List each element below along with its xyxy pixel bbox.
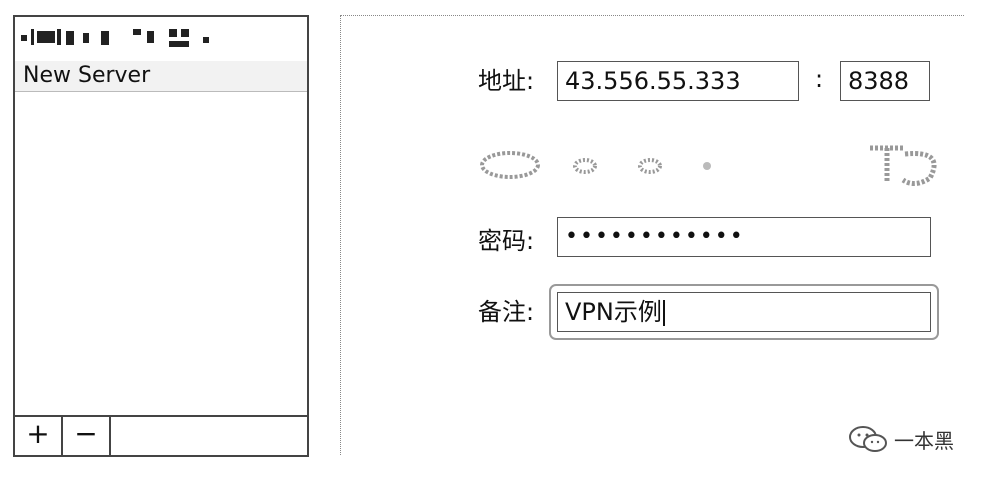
port-separator: : — [815, 65, 824, 93]
panel-footer: + − — [15, 415, 307, 455]
server-list: New Server — [15, 61, 307, 417]
text-caret — [662, 300, 665, 326]
port-field[interactable]: 8388 — [840, 61, 930, 101]
remark-label: 备注: — [478, 298, 535, 326]
server-list-panel: New Server + − — [13, 15, 309, 457]
panel-header — [15, 17, 307, 63]
password-label: 密码: — [478, 227, 535, 255]
remove-server-button[interactable]: − — [63, 417, 111, 455]
remark-field[interactable]: VPN示例 — [557, 292, 931, 332]
add-server-button[interactable]: + — [15, 417, 63, 455]
list-item[interactable]: New Server — [15, 61, 307, 92]
address-label: 地址: — [478, 67, 535, 95]
wechat-icon — [849, 426, 887, 452]
remark-text: VPN示例 — [565, 298, 662, 326]
password-field[interactable]: •••••••••••• — [557, 217, 931, 257]
watermark-text: 一本黑 — [894, 428, 954, 453]
watermark: 一本黑 — [848, 424, 954, 454]
address-field[interactable]: 43.556.55.333 — [557, 61, 799, 101]
garbled-method-row — [475, 140, 955, 190]
